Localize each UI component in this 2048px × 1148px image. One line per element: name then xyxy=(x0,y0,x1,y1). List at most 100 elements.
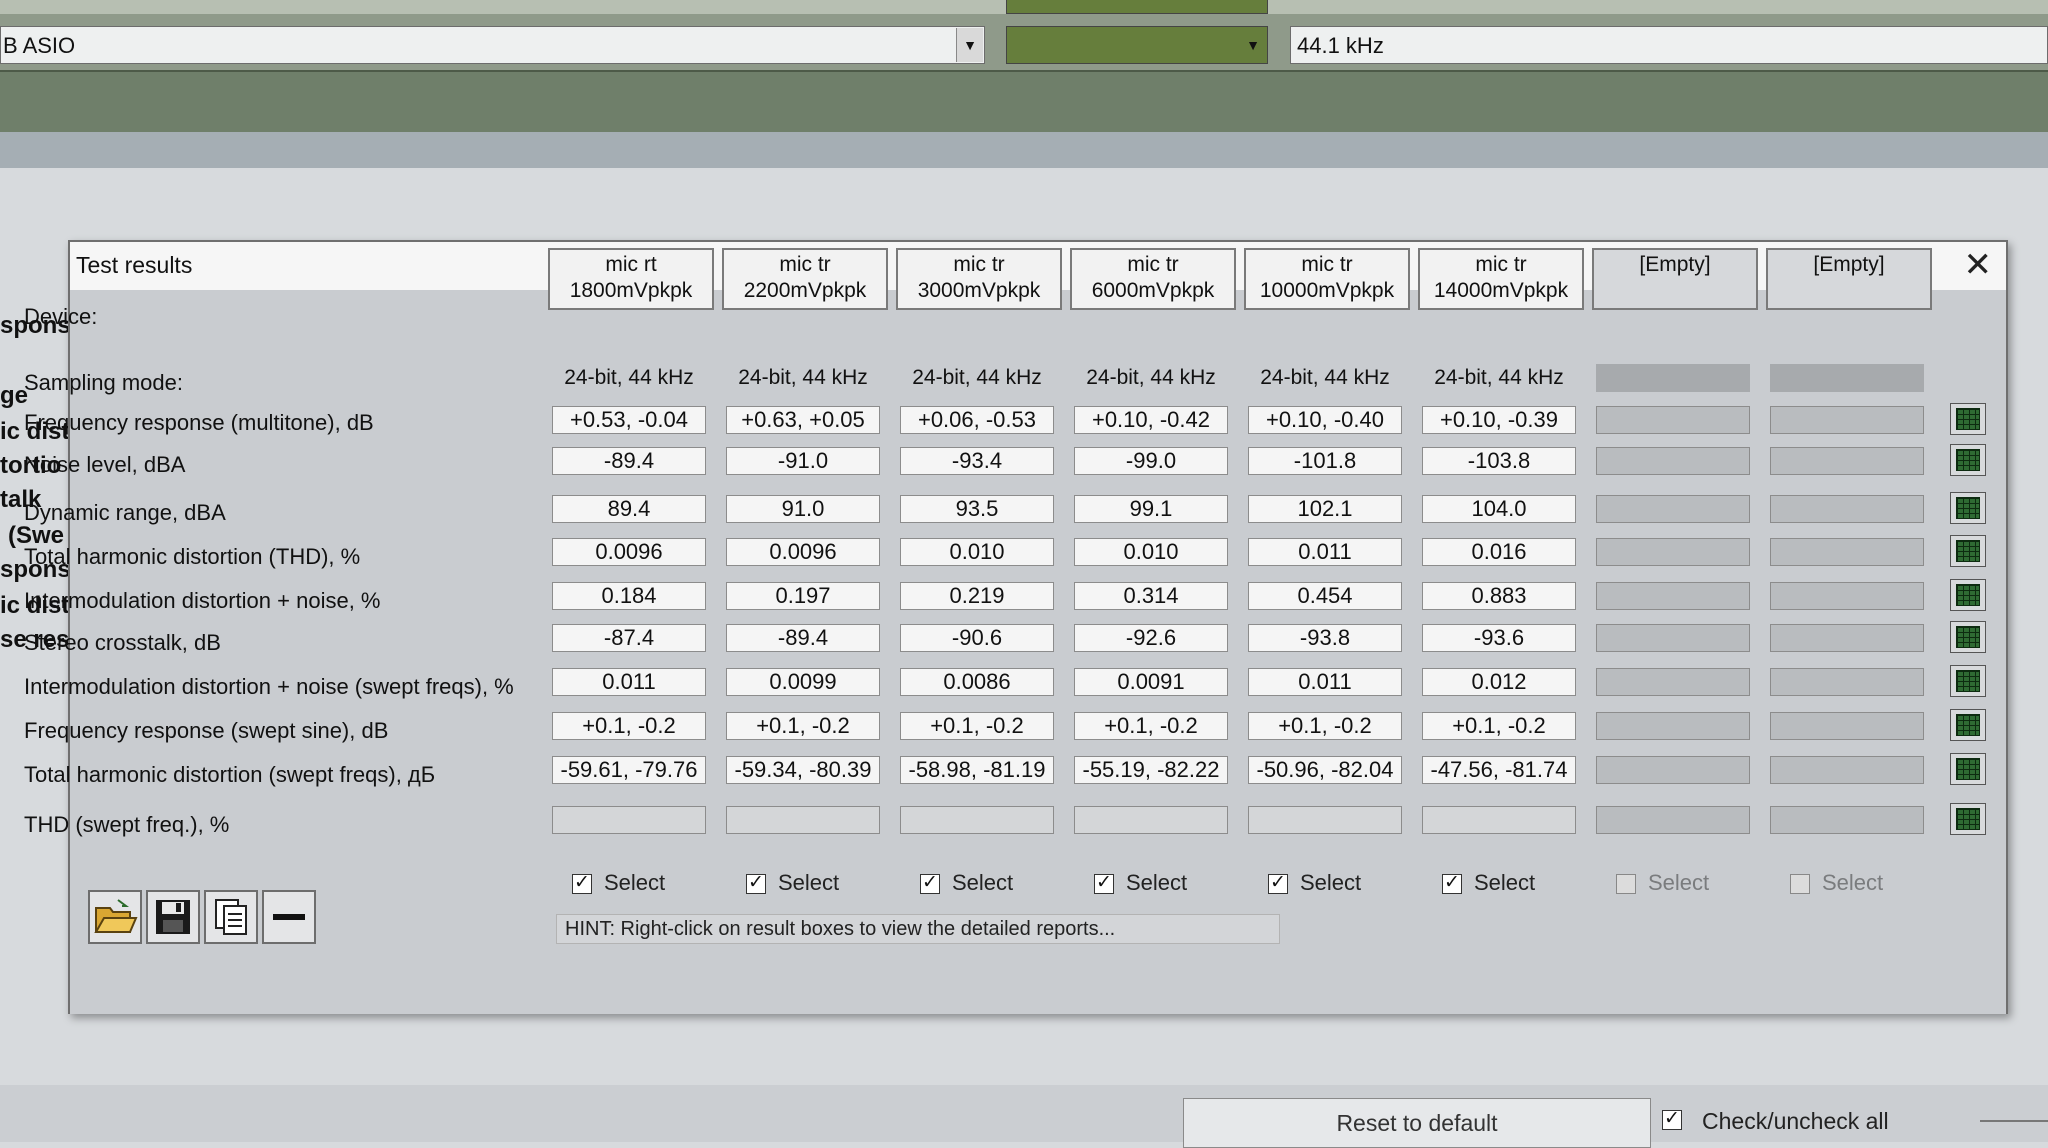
checkbox-icon[interactable] xyxy=(1662,1107,1682,1130)
result-cell[interactable]: 0.0099 xyxy=(726,668,880,696)
result-cell[interactable] xyxy=(1596,624,1750,652)
result-cell[interactable]: -89.4 xyxy=(552,447,706,475)
result-cell[interactable]: 0.011 xyxy=(552,668,706,696)
open-button[interactable] xyxy=(88,890,142,944)
sample-rate-field[interactable]: 44.1 kHz xyxy=(1290,26,2048,64)
result-cell[interactable] xyxy=(1596,447,1750,475)
result-cell[interactable]: -91.0 xyxy=(726,447,880,475)
result-cell[interactable]: 0.011 xyxy=(1248,668,1402,696)
result-cell[interactable]: -101.8 xyxy=(1248,447,1402,475)
result-cell[interactable]: +0.06, -0.53 xyxy=(900,406,1054,434)
result-cell[interactable]: 0.314 xyxy=(1074,582,1228,610)
checkbox-icon[interactable] xyxy=(1268,871,1288,895)
report-button[interactable] xyxy=(1950,492,1986,524)
device-header[interactable]: mic tr 2200mVpkpk xyxy=(722,248,888,310)
device-header[interactable]: [Empty] xyxy=(1592,248,1758,310)
result-cell[interactable]: 0.197 xyxy=(726,582,880,610)
result-cell[interactable] xyxy=(726,806,880,834)
checkbox-icon[interactable] xyxy=(1790,874,1810,895)
result-cell[interactable]: 99.1 xyxy=(1074,495,1228,523)
result-cell[interactable]: -99.0 xyxy=(1074,447,1228,475)
report-button[interactable] xyxy=(1950,444,1986,476)
result-cell[interactable]: -89.4 xyxy=(726,624,880,652)
checkbox-icon[interactable] xyxy=(1616,874,1636,895)
result-cell[interactable]: -93.8 xyxy=(1248,624,1402,652)
result-cell[interactable]: 0.0091 xyxy=(1074,668,1228,696)
select-checkbox[interactable]: Select xyxy=(920,870,1013,896)
checkbox-icon[interactable] xyxy=(1442,871,1462,895)
result-cell[interactable]: 93.5 xyxy=(900,495,1054,523)
result-cell[interactable]: 102.1 xyxy=(1248,495,1402,523)
result-cell[interactable] xyxy=(1770,756,1924,784)
result-cell[interactable]: +0.10, -0.39 xyxy=(1422,406,1576,434)
device-header[interactable]: mic rt 1800mVpkpk xyxy=(548,248,714,310)
result-cell[interactable]: +0.10, -0.42 xyxy=(1074,406,1228,434)
report-button[interactable] xyxy=(1950,579,1986,611)
reset-to-default-button[interactable]: Reset to default xyxy=(1183,1098,1651,1148)
result-cell[interactable] xyxy=(1770,406,1924,434)
result-cell[interactable]: -92.6 xyxy=(1074,624,1228,652)
report-button[interactable] xyxy=(1950,621,1986,653)
result-cell[interactable] xyxy=(1770,538,1924,566)
chevron-down-icon[interactable]: ▼ xyxy=(1240,28,1266,62)
result-cell[interactable]: 89.4 xyxy=(552,495,706,523)
result-cell[interactable] xyxy=(1770,447,1924,475)
save-button[interactable] xyxy=(146,890,200,944)
result-cell[interactable]: 0.184 xyxy=(552,582,706,610)
result-cell[interactable]: +0.53, -0.04 xyxy=(552,406,706,434)
result-cell[interactable]: 0.0086 xyxy=(900,668,1054,696)
close-icon[interactable]: ✕ xyxy=(1964,245,1993,285)
checkbox-icon[interactable] xyxy=(746,871,766,895)
result-cell[interactable]: +0.1, -0.2 xyxy=(1422,712,1576,740)
result-cell[interactable]: -50.96, -82.04 xyxy=(1248,756,1402,784)
select-checkbox[interactable]: Select xyxy=(1790,870,1883,896)
result-cell[interactable]: 0.016 xyxy=(1422,538,1576,566)
result-cell[interactable]: 0.454 xyxy=(1248,582,1402,610)
result-cell[interactable]: -58.98, -81.19 xyxy=(900,756,1054,784)
result-cell[interactable]: -103.8 xyxy=(1422,447,1576,475)
result-cell[interactable] xyxy=(1770,806,1924,834)
result-cell[interactable] xyxy=(1770,582,1924,610)
result-cell[interactable]: 0.219 xyxy=(900,582,1054,610)
result-cell[interactable] xyxy=(1596,756,1750,784)
result-cell[interactable] xyxy=(1596,712,1750,740)
report-button[interactable] xyxy=(1950,665,1986,697)
result-cell[interactable]: 0.0096 xyxy=(552,538,706,566)
copy-report-button[interactable] xyxy=(204,890,258,944)
result-cell[interactable]: -93.4 xyxy=(900,447,1054,475)
result-cell[interactable] xyxy=(1596,806,1750,834)
result-cell[interactable]: +0.1, -0.2 xyxy=(1074,712,1228,740)
result-cell[interactable] xyxy=(1770,624,1924,652)
report-button[interactable] xyxy=(1950,753,1986,785)
result-cell[interactable] xyxy=(1074,806,1228,834)
result-cell[interactable]: 0.010 xyxy=(900,538,1054,566)
result-cell[interactable]: -90.6 xyxy=(900,624,1054,652)
result-cell[interactable]: 0.0096 xyxy=(726,538,880,566)
device-header[interactable]: mic tr 3000mVpkpk xyxy=(896,248,1062,310)
device-header[interactable]: mic tr 6000mVpkpk xyxy=(1070,248,1236,310)
result-cell[interactable] xyxy=(1770,495,1924,523)
report-button[interactable] xyxy=(1950,535,1986,567)
result-cell[interactable]: 0.012 xyxy=(1422,668,1576,696)
report-button[interactable] xyxy=(1950,803,1986,835)
result-cell[interactable]: -93.6 xyxy=(1422,624,1576,652)
chevron-down-icon[interactable]: ▼ xyxy=(956,28,983,62)
result-cell[interactable]: -87.4 xyxy=(552,624,706,652)
select-checkbox[interactable]: Select xyxy=(746,870,839,896)
select-checkbox[interactable]: Select xyxy=(1094,870,1187,896)
result-cell[interactable]: -47.56, -81.74 xyxy=(1422,756,1576,784)
report-button[interactable] xyxy=(1950,403,1986,435)
checkbox-icon[interactable] xyxy=(1094,871,1114,895)
device-header[interactable]: mic tr 14000mVpkpk xyxy=(1418,248,1584,310)
result-cell[interactable] xyxy=(1596,406,1750,434)
select-checkbox[interactable]: Select xyxy=(1442,870,1535,896)
select-checkbox[interactable]: Select xyxy=(572,870,665,896)
result-cell[interactable]: -55.19, -82.22 xyxy=(1074,756,1228,784)
result-cell[interactable]: 0.010 xyxy=(1074,538,1228,566)
result-cell[interactable]: 0.011 xyxy=(1248,538,1402,566)
checkbox-icon[interactable] xyxy=(920,871,940,895)
result-cell[interactable]: 104.0 xyxy=(1422,495,1576,523)
report-button[interactable] xyxy=(1950,709,1986,741)
result-cell[interactable]: 91.0 xyxy=(726,495,880,523)
check-all-checkbox[interactable]: Check/uncheck all xyxy=(1662,1107,1889,1135)
